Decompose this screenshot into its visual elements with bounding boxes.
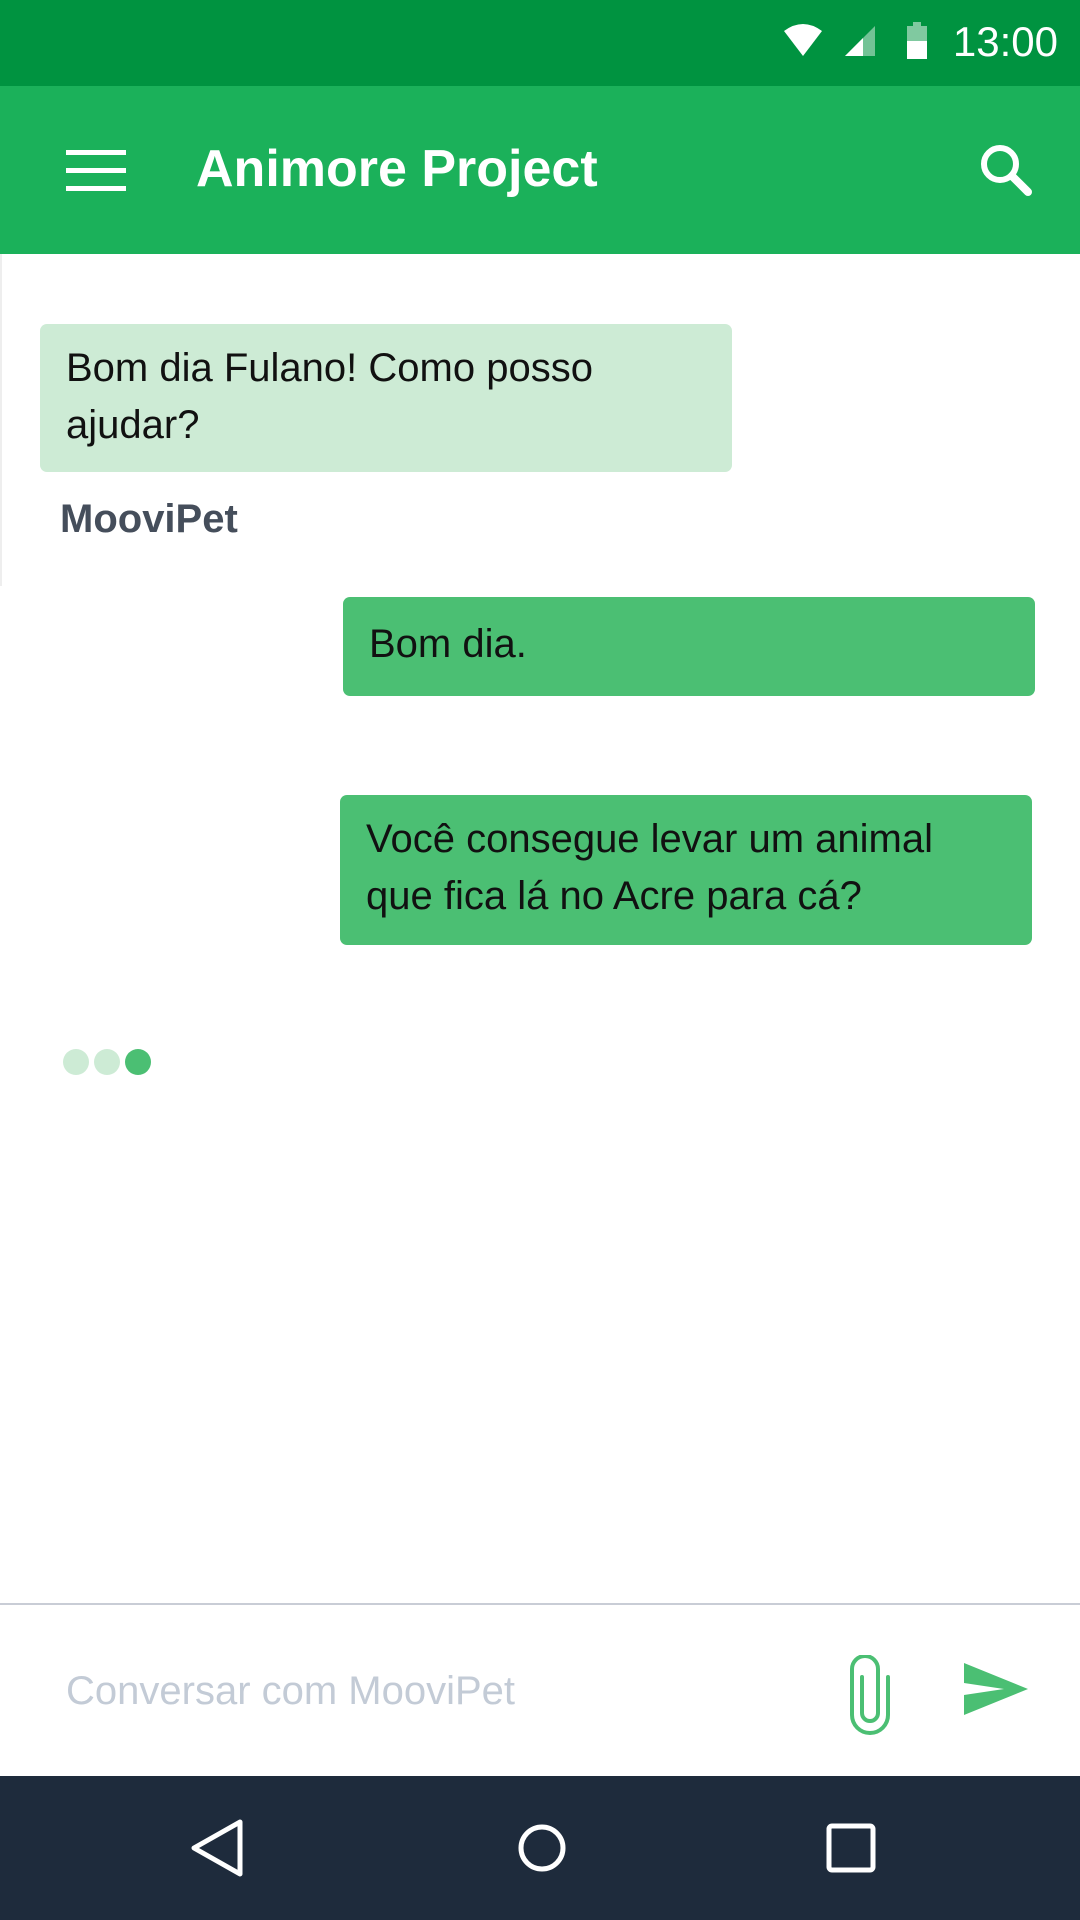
search-button[interactable] bbox=[962, 126, 1050, 214]
wifi-icon bbox=[783, 22, 823, 63]
attach-button[interactable] bbox=[840, 1654, 900, 1735]
bot-message-bubble: Bom dia Fulano! Como posso ajudar? bbox=[40, 324, 732, 472]
bot-name-label: MooviPet bbox=[60, 497, 238, 541]
battery-icon bbox=[906, 22, 928, 65]
status-bar: 13:00 bbox=[0, 0, 1080, 86]
send-button[interactable] bbox=[960, 1659, 1032, 1723]
chat-area[interactable]: Bom dia Fulano! Como posso ajudar? Moovi… bbox=[0, 254, 1080, 1604]
divider bbox=[0, 254, 2, 586]
typing-dot bbox=[63, 1049, 89, 1075]
back-button[interactable] bbox=[180, 1812, 252, 1884]
home-icon bbox=[506, 1824, 578, 1888]
user-message-bubble: Você consegue levar um animal que fica l… bbox=[340, 795, 1032, 945]
menu-icon bbox=[46, 150, 142, 218]
app-title: Animore Project bbox=[196, 140, 598, 198]
recents-button[interactable] bbox=[815, 1812, 887, 1884]
paperclip-icon bbox=[840, 1654, 900, 1739]
status-time: 13:00 bbox=[952, 18, 1058, 65]
user-message-bubble: Bom dia. bbox=[343, 597, 1035, 696]
typing-indicator bbox=[63, 1049, 153, 1077]
home-button[interactable] bbox=[506, 1812, 578, 1884]
cell-signal-icon bbox=[843, 24, 877, 63]
app-bar: Animore Project bbox=[0, 86, 1080, 254]
send-icon bbox=[960, 1663, 1032, 1727]
message-input[interactable] bbox=[66, 1657, 786, 1725]
chat-screen: 13:00 Animore Project Bom dia Fulano! Co… bbox=[0, 0, 1080, 1920]
search-icon bbox=[962, 145, 1050, 218]
recents-icon bbox=[815, 1823, 887, 1888]
menu-button[interactable] bbox=[46, 126, 142, 214]
typing-dot bbox=[94, 1049, 120, 1075]
typing-dot bbox=[125, 1049, 151, 1075]
back-icon bbox=[180, 1819, 252, 1888]
message-composer bbox=[0, 1603, 1080, 1776]
navigation-bar bbox=[0, 1776, 1080, 1920]
